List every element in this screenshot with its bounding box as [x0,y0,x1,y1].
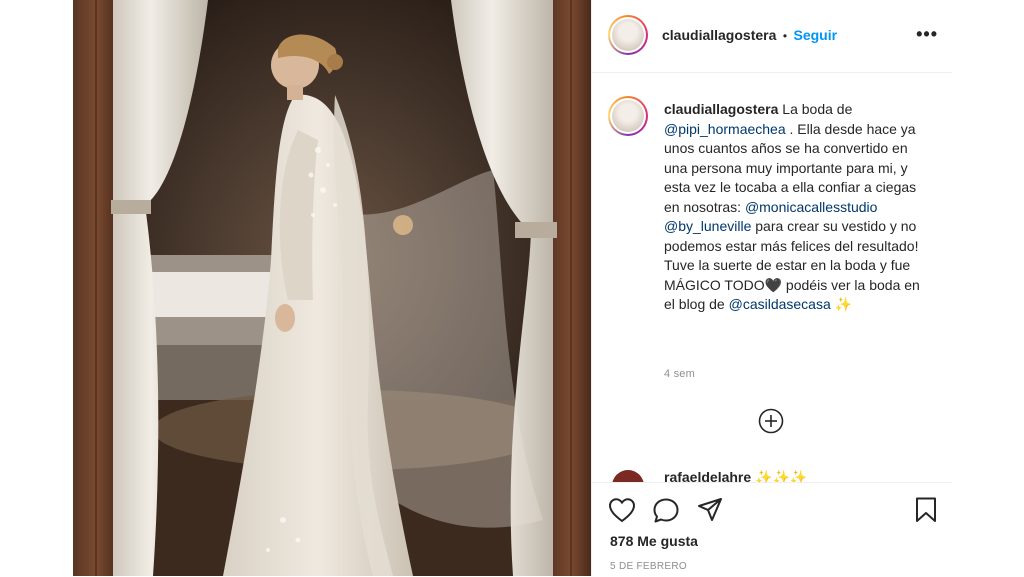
comment-emoji: ✨✨✨ [755,469,808,482]
author-avatar[interactable] [608,15,648,55]
comment-icon[interactable] [652,497,680,524]
black-heart-emoji: 🖤 [764,276,783,293]
post-side-panel: claudiallagostera • Seguir ••• claudiall… [591,0,952,577]
follow-separator: • [782,29,788,43]
author-username[interactable]: claudiallagostera [662,27,776,43]
mention-link[interactable]: @by_luneville [664,218,751,234]
instagram-post: claudiallagostera • Seguir ••• claudiall… [73,0,952,577]
caption-time-ago[interactable]: 4 sem [664,368,695,380]
caption-username[interactable]: claudiallagostera [664,101,778,117]
caption-avatar[interactable] [608,96,648,136]
post-actions-bar: 878 Me gusta 5 DE FEBRERO [592,482,952,577]
plus-circle-icon[interactable] [758,408,784,434]
next-comment-peek: rafaeldelahre ✨✨✨ [612,464,942,482]
paper-plane-icon[interactable] [696,496,724,523]
comment-avatar[interactable] [612,470,644,482]
post-photo[interactable] [73,0,591,576]
more-options-icon[interactable]: ••• [916,24,938,45]
bookmark-icon[interactable] [914,496,938,524]
mention-link[interactable]: @pipi_hormaechea [664,121,786,137]
mention-link[interactable]: @casildasecasa [729,296,831,312]
mention-link[interactable]: @monicacallesstudio [745,199,878,215]
post-date[interactable]: 5 DE FEBRERO [610,561,687,572]
post-caption: claudiallagostera La boda de @pipi_horma… [664,100,934,315]
likes-count[interactable]: 878 Me gusta [610,533,698,549]
post-header: claudiallagostera • Seguir ••• [592,0,952,73]
comment-username[interactable]: rafaeldelahre [664,469,751,482]
sparkles-emoji: ✨ [830,296,853,312]
wedding-photo-illustration [73,0,591,576]
heart-icon[interactable] [608,497,636,523]
caption-text-1: La boda de [778,101,853,117]
follow-button[interactable]: Seguir [794,27,838,43]
